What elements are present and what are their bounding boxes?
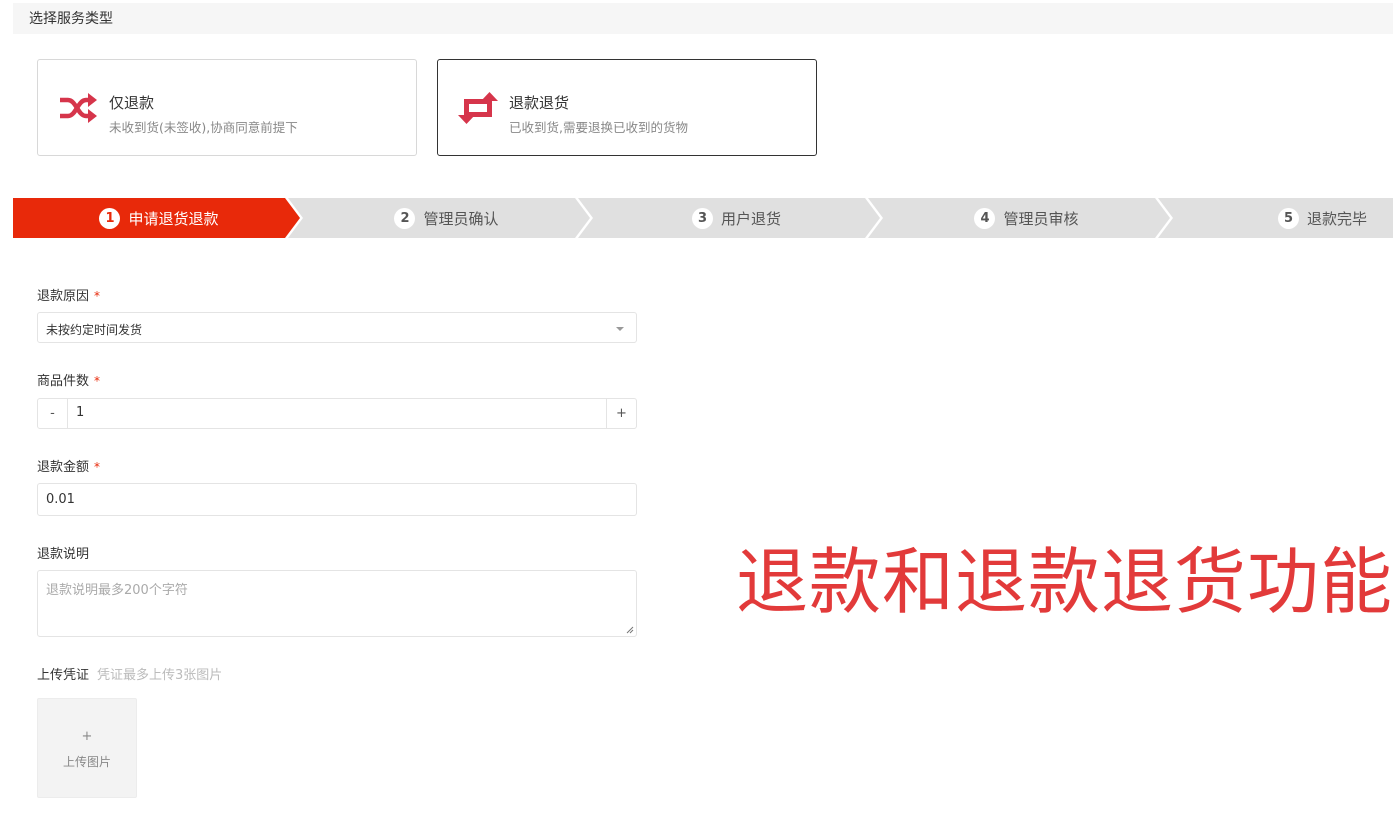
upload-label-text: 上传凭证: [37, 668, 90, 683]
reason-select-value: 未按约定时间发货: [46, 323, 143, 337]
upload-hint: 凭证最多上传3张图片: [97, 668, 223, 683]
amount-label: 退款金额 *: [37, 456, 100, 475]
service-card-title: 仅退款: [109, 94, 155, 112]
repeat-icon: [458, 92, 498, 124]
required-mark: *: [94, 460, 101, 474]
note-textarea[interactable]: 退款说明最多200个字符: [37, 570, 637, 637]
quantity-label-text: 商品件数: [37, 374, 90, 389]
amount-value: 0.01: [46, 492, 75, 507]
step-5: 5 退款完毕: [1173, 198, 1393, 238]
step-number: 4: [974, 207, 996, 229]
required-mark: *: [94, 289, 101, 303]
overlay-caption: 退款和退款退货功能: [736, 540, 1393, 624]
quantity-stepper: - 1 +: [37, 398, 637, 429]
step-label: 用户退货: [720, 209, 781, 228]
service-card-refund-return[interactable]: 退款退货 已收到货,需要退换已收到的货物: [437, 59, 817, 156]
amount-label-text: 退款金额: [37, 460, 90, 475]
note-label-text: 退款说明: [37, 547, 90, 562]
quantity-input[interactable]: 1: [76, 405, 84, 420]
section-title: 选择服务类型: [29, 11, 113, 27]
upload-image-button[interactable]: + 上传图片: [37, 698, 137, 798]
upload-label: 上传凭证 凭证最多上传3张图片: [37, 664, 222, 683]
step-number: 5: [1277, 207, 1299, 229]
plus-icon: +: [81, 729, 93, 744]
required-mark: *: [94, 374, 101, 388]
section-header: 选择服务类型: [13, 3, 1393, 34]
reason-label-text: 退款原因: [37, 289, 90, 304]
shuffle-icon: [60, 93, 97, 123]
step-number: 3: [691, 207, 713, 229]
service-card-desc: 已收到货,需要退换已收到的货物: [509, 120, 688, 135]
service-card-refund-only[interactable]: 仅退款 未收到货(未签收),协商同意前提下: [37, 59, 417, 156]
caret-down-icon: [616, 327, 624, 331]
progress-steps: 1 申请退货退款 2 管理员确认 3 用户退货 4 管理员审核 5 退款完毕: [13, 198, 1393, 238]
service-card-desc: 未收到货(未签收),协商同意前提下: [109, 120, 298, 135]
service-card-title: 退款退货: [509, 94, 570, 112]
step-label: 申请退货退款: [128, 209, 219, 228]
step-2: 2 管理员确认: [303, 198, 590, 238]
step-label: 退款完毕: [1306, 209, 1367, 228]
note-label: 退款说明: [37, 543, 89, 562]
increment-button[interactable]: +: [606, 399, 636, 428]
upload-button-label: 上传图片: [62, 755, 111, 769]
reason-label: 退款原因 *: [37, 285, 100, 304]
note-placeholder: 退款说明最多200个字符: [46, 583, 188, 598]
quantity-label: 商品件数 *: [37, 370, 100, 389]
step-number: 1: [99, 207, 121, 229]
amount-input[interactable]: 0.01: [37, 483, 637, 516]
step-label: 管理员确认: [423, 209, 499, 228]
step-4: 4 管理员审核: [883, 198, 1170, 238]
step-number: 2: [394, 207, 416, 229]
step-1: 1 申请退货退款: [13, 198, 305, 238]
decrement-button[interactable]: -: [38, 399, 68, 428]
resize-grip-icon[interactable]: [626, 626, 634, 634]
step-label: 管理员审核: [1003, 209, 1079, 228]
step-3: 3 用户退货: [593, 198, 880, 238]
reason-select[interactable]: 未按约定时间发货: [37, 312, 637, 343]
